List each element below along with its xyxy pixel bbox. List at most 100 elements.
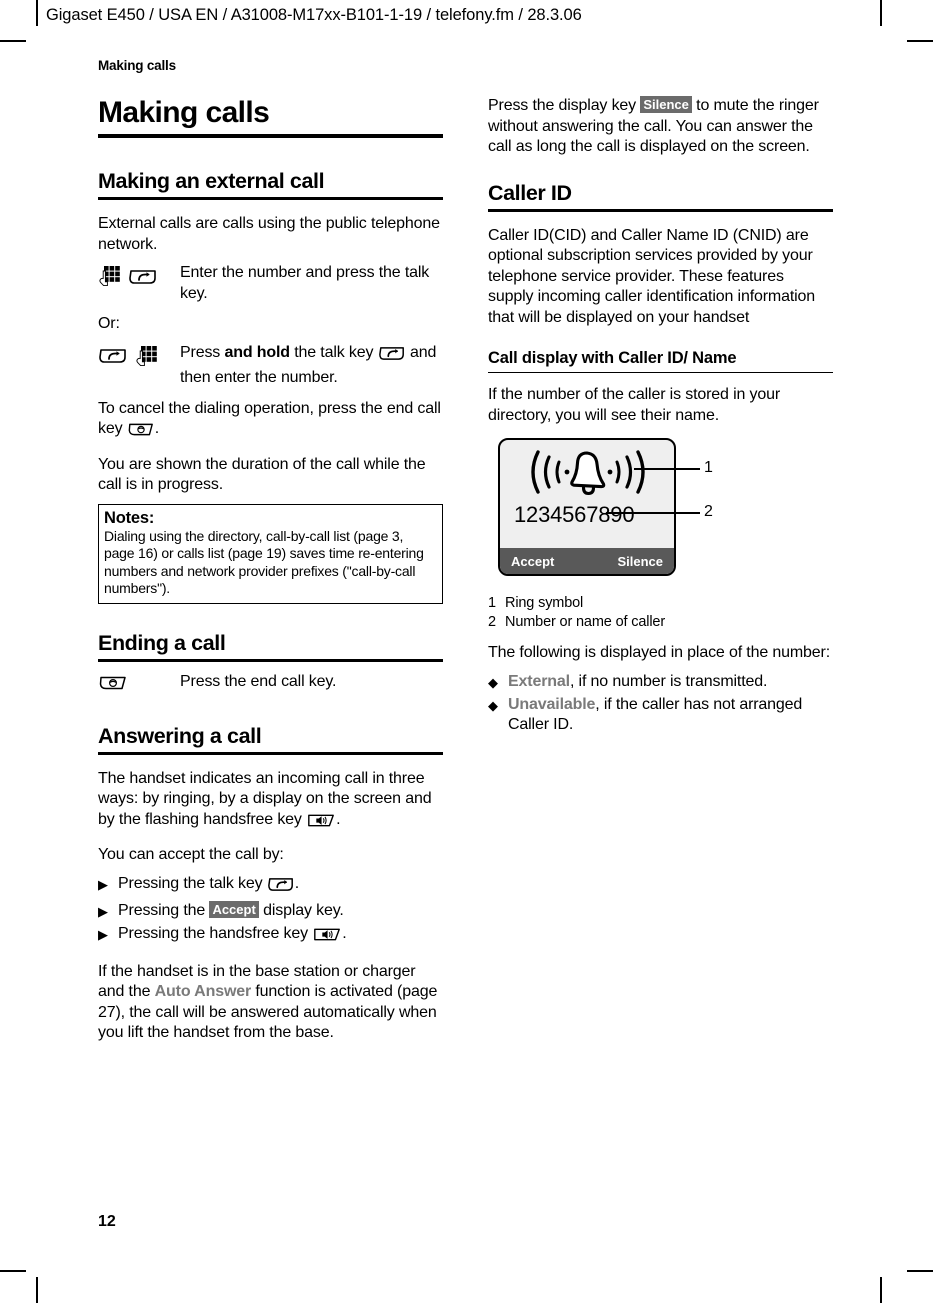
keypad-icon (135, 345, 158, 373)
heading-caller-id: Caller ID (488, 180, 572, 205)
heading-call-display-with-caller-id: Call display with Caller ID/ Name (488, 349, 737, 367)
legend-number: 1 (488, 595, 496, 611)
list-item: ▶ Pressing the handsfree key . (98, 924, 443, 950)
value-term-unavailable: Unavailable (508, 695, 596, 713)
keypad-icon (98, 265, 121, 293)
crop-mark-top-left-vertical (36, 0, 38, 26)
end-call-key-icon (98, 674, 128, 697)
legend-row: 1 Ring symbol (488, 594, 833, 613)
item-text-tail: . (342, 925, 347, 942)
list-item: ▶ Pressing the talk key . (98, 874, 443, 900)
accept-options-list: ▶ Pressing the talk key . ▶ Pressing the… (98, 874, 443, 950)
heading-answering-a-call: Answering a call (98, 723, 262, 748)
list-item: ◆ External, if no number is transmitted. (488, 672, 833, 693)
step-description: Enter the number and press the talk key. (180, 264, 430, 302)
step-press-hold-talk: Press and hold the talk key and then ent… (98, 343, 443, 389)
paragraph-accept-lead: You can accept the call by: (98, 846, 284, 863)
talk-key-icon (128, 268, 158, 291)
legend-label: Ring symbol (505, 595, 584, 611)
paragraph-external-intro: External calls are calls using the publi… (98, 215, 440, 253)
step-icon-group (98, 672, 180, 697)
diamond-bullet-icon: ◆ (488, 697, 498, 713)
item-text-tail: . (294, 874, 300, 892)
list-item-text: Pressing the handsfree key . (118, 924, 443, 950)
paragraph-call-display-intro: If the number of the caller is stored in… (488, 386, 781, 424)
end-call-key-icon (127, 421, 155, 445)
step-text-mid: the talk key (289, 343, 378, 361)
triangle-bullet-icon: ▶ (98, 876, 108, 892)
notes-box: Notes: Dialing using the directory, call… (98, 503, 443, 604)
item-text-lead: Pressing the talk key (118, 874, 267, 892)
handsfree-key-icon (306, 812, 336, 836)
legend-row: 2 Number or name of caller (488, 613, 833, 632)
accept-display-key-chip[interactable]: Accept (209, 901, 259, 918)
triangle-bullet-icon: ▶ (98, 904, 108, 919)
softkey-accept[interactable]: Accept (511, 554, 554, 569)
item-text-tail: , if no number is transmitted. (569, 672, 768, 690)
value-term-external: External (508, 672, 570, 690)
cancel-text-tail: . (154, 420, 160, 437)
or-label: Or: (98, 315, 120, 332)
talk-key-icon (267, 876, 295, 900)
step-enter-number-press-talk: Enter the number and press the talk key. (98, 263, 443, 304)
step-text-bold: and hold (224, 343, 290, 361)
callout-leader-1 (634, 468, 700, 470)
legend-number: 2 (488, 613, 496, 630)
incoming-text-tail: . (336, 810, 341, 828)
auto-answer-term: Auto Answer (154, 983, 252, 1000)
crop-mark-bottom-left-horizontal (0, 1270, 26, 1272)
list-item-text: Pressing the talk key . (118, 874, 443, 900)
paragraph-incoming-indication: The handset indicates an incoming call i… (98, 769, 443, 836)
crop-mark-top-right-horizontal (907, 40, 933, 42)
list-item-text: Unavailable, if the caller has not arran… (508, 695, 833, 736)
heading-making-external-call: Making an external call (98, 169, 325, 193)
chapter-header: Making calls (98, 58, 176, 73)
step-icon-group (98, 263, 180, 293)
notes-body: Dialing using the directory, call-by-cal… (104, 527, 424, 597)
paragraph-caller-id-body: Caller ID(CID) and Caller Name ID (CNID)… (488, 226, 816, 326)
incoming-text-lead: The handset indicates an incoming call i… (98, 769, 432, 828)
step-icon-group (98, 343, 180, 373)
list-item-text: Pressing the Accept display key. (118, 901, 443, 922)
crop-mark-bottom-right-vertical (880, 1277, 882, 1303)
step-description: Press and hold the talk key and then ent… (180, 343, 443, 389)
silence-text-lead: Press the display key (488, 97, 641, 114)
talk-key-icon (378, 345, 406, 369)
list-item: ◆ Unavailable, if the caller has not arr… (488, 695, 833, 736)
item-text-lead: Pressing the handsfree key (118, 925, 313, 942)
crop-mark-bottom-left-vertical (36, 1277, 38, 1303)
notes-title: Notes: (104, 508, 155, 527)
softkey-bar: Accept Silence (500, 548, 674, 574)
talk-key-icon (98, 347, 128, 370)
legend-label: Number or name of caller (505, 613, 665, 630)
heading-ending-a-call: Ending a call (98, 630, 226, 655)
ring-symbol-icon (500, 446, 674, 503)
step-description: Press the end call key. (180, 672, 337, 690)
paragraph-auto-answer: If the handset is in the base station or… (98, 962, 443, 1044)
caller-number: 1234567890 (514, 502, 635, 527)
triangle-bullet-icon: ▶ (98, 927, 108, 942)
diamond-bullet-icon: ◆ (488, 674, 498, 690)
handsfree-key-icon (312, 926, 342, 950)
crop-mark-top-right-vertical (880, 0, 882, 26)
callout-number-2: 2 (704, 503, 713, 520)
item-text-lead: Pressing the (118, 902, 210, 919)
step-text-lead: Press (180, 343, 225, 361)
left-column: Making calls Making an external call Ext… (98, 96, 443, 1044)
page-title: Making calls (98, 96, 270, 129)
step-press-end-call-key: Press the end call key. (98, 672, 443, 697)
paragraph-following-lead: The following is displayed in place of t… (488, 644, 831, 661)
silence-display-key-chip[interactable]: Silence (640, 96, 692, 113)
callout-leader-2 (606, 512, 700, 514)
callout-number-1: 1 (704, 459, 713, 476)
paragraph-silence-key: Press the display key Silence to mute th… (488, 96, 833, 158)
list-item: ▶ Pressing the Accept display key. (98, 901, 443, 922)
right-column: Press the display key Silence to mute th… (488, 96, 833, 738)
item-text-tail: display key. (258, 902, 344, 919)
caller-display-figure: 1234567890 Accept Silence 1 2 (488, 438, 833, 586)
softkey-silence[interactable]: Silence (617, 554, 663, 569)
crop-mark-top-left-horizontal (0, 40, 26, 42)
phone-screen: 1234567890 Accept Silence (498, 438, 676, 576)
paragraph-cancel-dialing: To cancel the dialing operation, press t… (98, 399, 443, 445)
document-header: Gigaset E450 / USA EN / A31008-M17xx-B10… (46, 6, 582, 24)
